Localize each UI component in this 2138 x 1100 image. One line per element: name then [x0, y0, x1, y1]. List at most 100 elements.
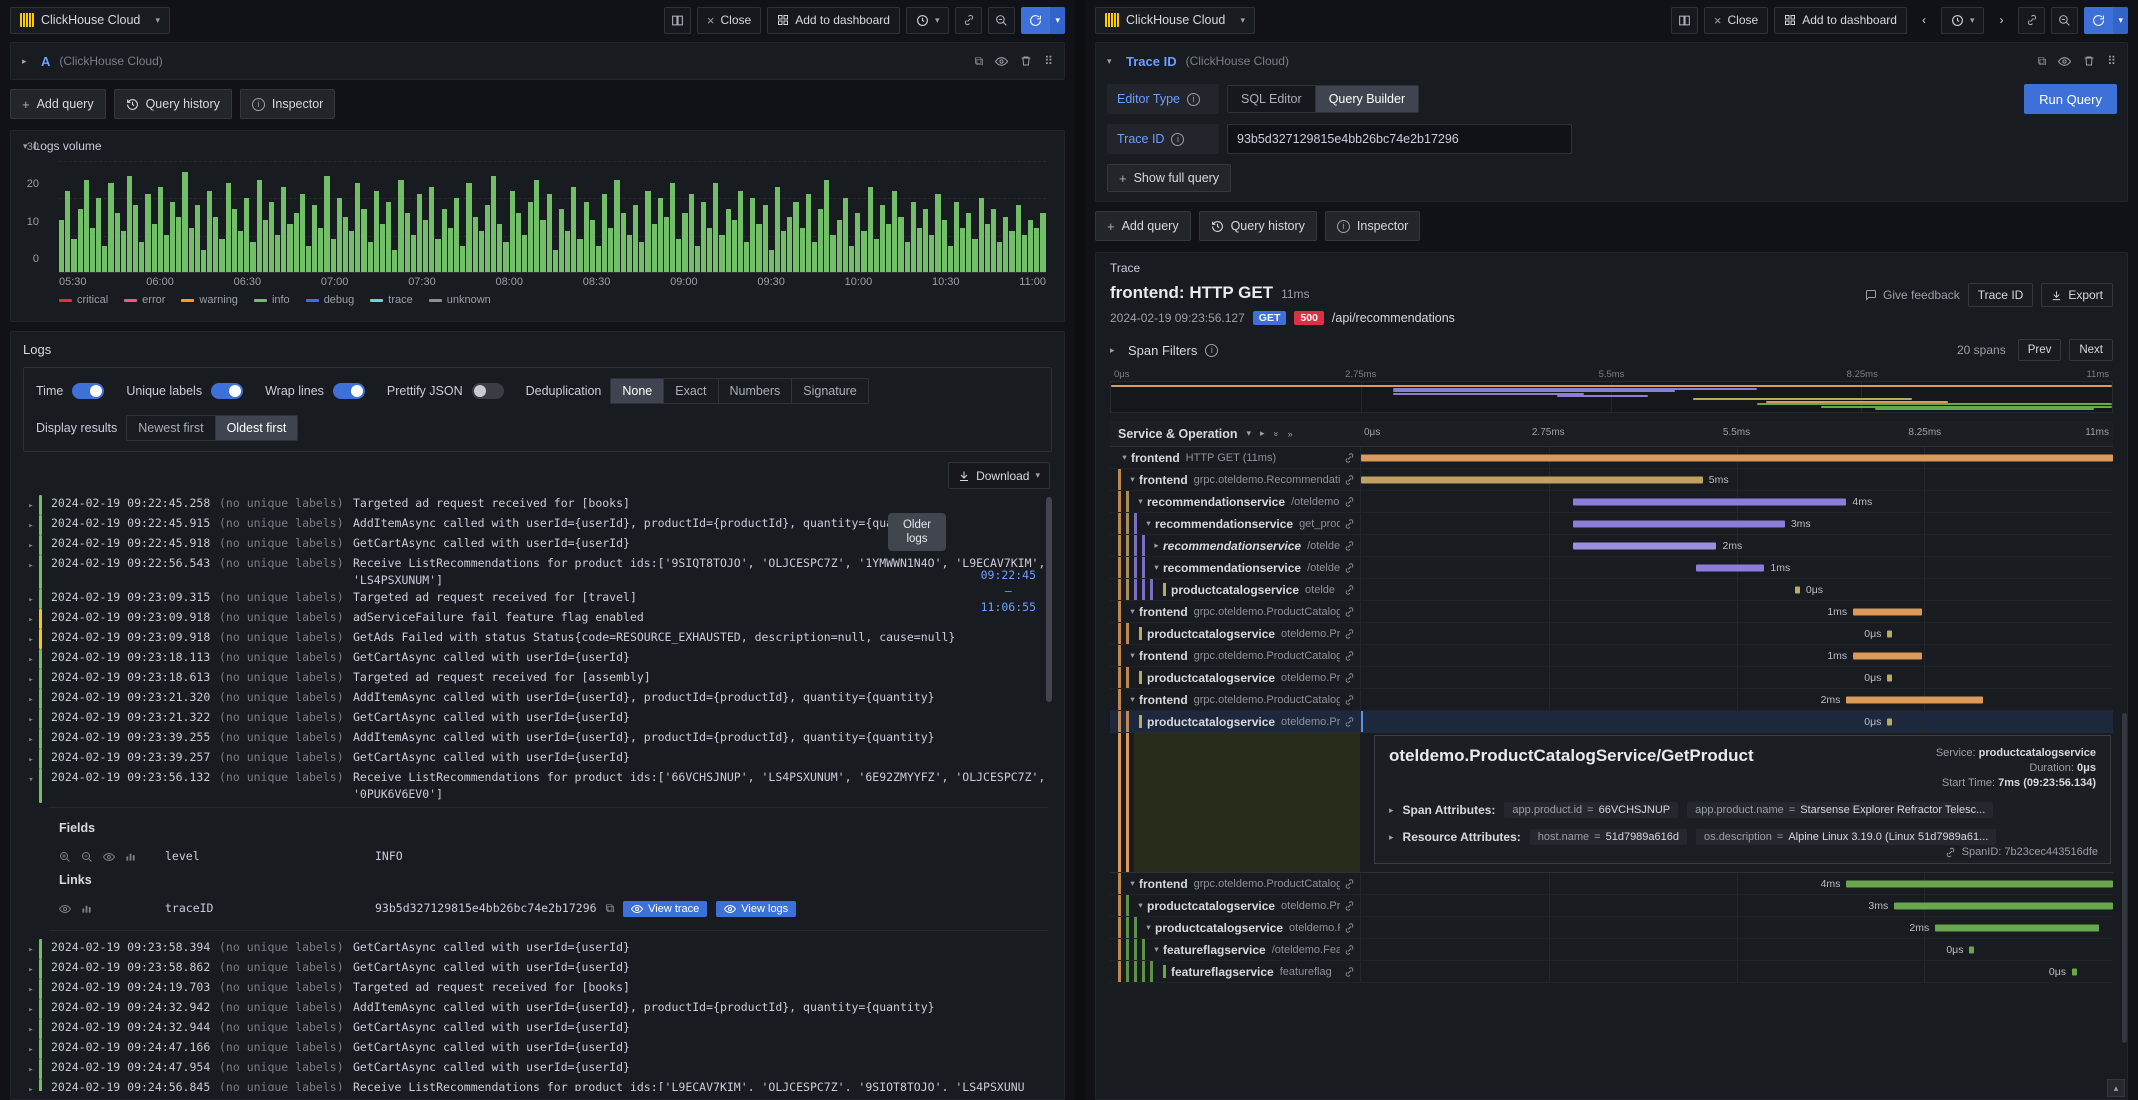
span-row[interactable]: ▾recommendationservice get_produc 3ms — [1110, 513, 2113, 535]
collapse-one-icon[interactable]: ▾ — [1247, 428, 1252, 439]
log-row[interactable]: ▸ 2024-02-19 09:22:45.258 (no unique label… — [23, 495, 1052, 515]
span-timeline-cell[interactable]: 4ms — [1360, 491, 2113, 512]
add-to-dashboard-button[interactable]: Add to dashboard — [767, 6, 900, 34]
log-row[interactable]: ▸ 2024-02-19 09:23:58.394 (no unique label… — [23, 939, 1052, 959]
span-name-cell[interactable]: featureflagservice featureflag — [1110, 961, 1360, 982]
span-bar[interactable] — [1696, 564, 1765, 571]
zoom-out-button[interactable] — [2051, 6, 2079, 34]
query-row-header[interactable]: ▾ Trace ID (ClickHouse Cloud) ⧉ ⠿ — [1096, 43, 2127, 79]
dedup-option[interactable]: None — [611, 379, 664, 403]
expand-log-chevron[interactable]: ▸ — [23, 709, 39, 729]
refresh-interval-dropdown[interactable]: ▾ — [1050, 6, 1065, 34]
span-name-cell[interactable]: ▾frontend grpc.oteldemo.ProductCatalogSer… — [1110, 689, 1360, 710]
toggle-visibility-icon[interactable] — [59, 903, 71, 915]
collapse-span-chevron[interactable]: ▾ — [1126, 650, 1139, 661]
collapse-span-chevron[interactable]: ▾ — [1142, 518, 1155, 529]
collapse-all-icon[interactable]: » — [1271, 431, 1281, 436]
span-link-icon[interactable] — [1344, 944, 1355, 955]
inspector-button[interactable]: i Inspector — [1324, 211, 1421, 241]
dedup-option[interactable]: Exact — [663, 379, 717, 403]
collapse-span-chevron[interactable]: ▾ — [1142, 922, 1155, 933]
next-span-button[interactable]: Next — [2069, 339, 2113, 361]
log-row[interactable]: ▸ 2024-02-19 09:23:09.918 (no unique label… — [23, 609, 1052, 629]
legend-item-warning[interactable]: warning — [181, 294, 238, 306]
span-filters-label[interactable]: Span Filters — [1128, 343, 1197, 358]
dedup-option[interactable]: Signature — [791, 379, 868, 403]
span-row[interactable]: ▾ frontend HTTP GET (11ms) — [1110, 447, 2113, 469]
span-bar[interactable] — [1853, 652, 1922, 659]
log-row[interactable]: ▸ 2024-02-19 09:23:09.918 (no unique label… — [23, 629, 1052, 649]
time-range-picker[interactable]: ▾ — [905, 6, 950, 34]
span-name-cell[interactable]: ▾ featureflagservice/oteldemo.Fea — [1110, 939, 1360, 960]
view-logs-button[interactable]: View logs — [716, 900, 797, 917]
span-timeline-cell[interactable]: 2ms — [1360, 689, 2113, 710]
span-link-icon[interactable] — [1344, 452, 1355, 463]
close-split-button[interactable]: × Close — [1703, 6, 1769, 34]
span-row[interactable]: ▾frontend grpc.oteldemo.ProductCatalogSer… — [1110, 873, 2113, 895]
span-row[interactable]: ▾ featureflagservice/oteldemo.Fea 0μs — [1110, 939, 2113, 961]
span-bar[interactable] — [1795, 586, 1800, 593]
attribute-chip[interactable]: app.product.name = Starsense Explorer Refr… — [1687, 802, 1994, 818]
log-row[interactable]: ▸ 2024-02-19 09:23:58.862 (no unique label… — [23, 959, 1052, 979]
expand-log-chevron[interactable]: ▸ — [23, 669, 39, 689]
log-time-range[interactable]: 09:22:45 — 11:06:55 — [981, 567, 1036, 615]
span-timeline-cell[interactable]: 3ms — [1360, 513, 2113, 534]
span-link-icon[interactable] — [1344, 606, 1355, 617]
older-logs-button[interactable]: Older logs — [888, 513, 946, 551]
trace-scrollbar[interactable] — [2122, 713, 2127, 1043]
span-timeline-cell[interactable]: 0μs — [1360, 939, 2113, 960]
span-row[interactable]: ▾productcatalogservice oteldemo.Produc 3ms — [1110, 895, 2113, 917]
span-row[interactable]: featureflagservice featureflag 0μs — [1110, 961, 2113, 983]
refresh-interval-dropdown[interactable]: ▾ — [2113, 6, 2128, 34]
span-timeline-cell[interactable]: 0μs — [1360, 579, 2113, 600]
show-full-query-button[interactable]: + Show full query — [1107, 164, 1232, 192]
expand-log-chevron[interactable]: ▸ — [23, 729, 39, 749]
log-row[interactable]: ▸ 2024-02-19 09:24:47.166 (no unique label… — [23, 1039, 1052, 1059]
span-bar[interactable] — [1894, 902, 2113, 909]
scroll-to-top-button[interactable]: ▴ — [2107, 1079, 2125, 1097]
span-bar[interactable] — [1361, 454, 2113, 461]
switch[interactable] — [211, 383, 244, 399]
span-name-cell[interactable]: productcatalogservice oteldemo.Produc — [1110, 623, 1360, 644]
split-view-button[interactable] — [1670, 6, 1698, 34]
span-link-icon[interactable] — [1344, 694, 1355, 705]
span-timeline-cell[interactable]: 0μs — [1360, 667, 2113, 688]
log-row[interactable]: ▸ 2024-02-19 09:23:18.613 (no unique label… — [23, 669, 1052, 689]
span-bar[interactable] — [1887, 674, 1893, 681]
span-link-icon[interactable] — [1344, 584, 1355, 595]
prev-span-button[interactable]: Prev — [2017, 339, 2062, 361]
span-bar[interactable] — [1572, 542, 1717, 549]
pane-resize-handle[interactable] — [1075, 0, 1085, 1100]
query-row-header[interactable]: ▸ A (ClickHouse Cloud) ⧉ ⠿ — [11, 43, 1064, 79]
span-link-icon[interactable] — [1344, 922, 1355, 933]
log-row[interactable]: ▾ 2024-02-19 09:23:56.132 (no unique label… — [23, 769, 1052, 803]
collapse-span-chevron[interactable]: ▾ — [1134, 900, 1147, 911]
log-row[interactable]: ▸ 2024-02-19 09:23:21.320 (no unique label… — [23, 689, 1052, 709]
split-view-button[interactable] — [663, 6, 691, 34]
query-history-button[interactable]: Query history — [113, 89, 232, 119]
span-timeline-cell[interactable]: 1ms — [1360, 601, 2113, 622]
span-row[interactable]: ▾frontend grpc.oteldemo.RecommendationSer… — [1110, 469, 2113, 491]
download-button[interactable]: Download ▾ — [948, 462, 1050, 489]
minimap-canvas[interactable] — [1110, 381, 2113, 413]
span-name-cell[interactable]: ▾frontend grpc.oteldemo.ProductCatalogSer… — [1110, 873, 1360, 894]
switch[interactable] — [72, 383, 105, 399]
span-bar[interactable] — [2072, 968, 2077, 975]
drag-handle-icon[interactable]: ⠿ — [2107, 54, 2116, 68]
expand-log-chevron[interactable]: ▸ — [23, 495, 39, 515]
span-attributes-row[interactable]: ▸ Span Attributes: app.product.id = 66VCHSJN… — [1389, 802, 2096, 818]
span-link-icon[interactable] — [1344, 496, 1355, 507]
span-timeline-cell[interactable]: 0μs — [1360, 961, 2113, 982]
expand-log-chevron[interactable]: ▸ — [23, 1019, 39, 1039]
span-timeline-cell[interactable]: 2ms — [1360, 535, 2113, 556]
span-bar[interactable] — [1846, 696, 1984, 703]
filter-out-value-icon[interactable] — [81, 851, 93, 863]
span-link-icon[interactable] — [1344, 966, 1355, 977]
log-row[interactable]: ▸ 2024-02-19 09:24:32.944 (no unique label… — [23, 1019, 1052, 1039]
span-name-cell[interactable]: ▸ recommendationservice/otelde — [1110, 535, 1360, 556]
log-row[interactable]: ▸ 2024-02-19 09:24:32.942 (no unique label… — [23, 999, 1052, 1019]
collapse-span-chevron[interactable]: ▾ — [1134, 496, 1147, 507]
legend-item-debug[interactable]: debug — [305, 294, 354, 306]
switch[interactable] — [332, 383, 365, 399]
add-to-dashboard-button[interactable]: Add to dashboard — [1774, 6, 1907, 34]
